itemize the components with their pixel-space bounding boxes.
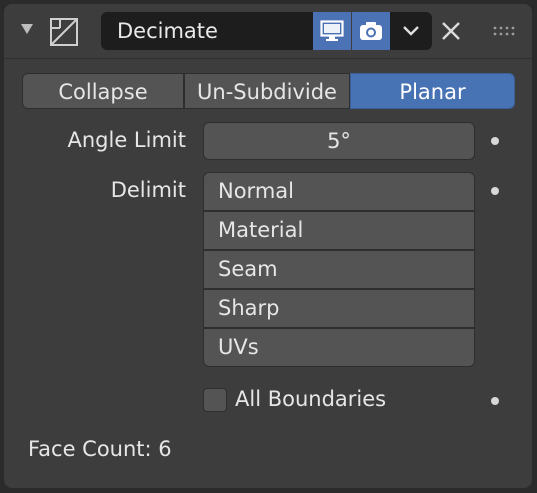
delimit-option-uvs[interactable]: UVs (203, 328, 475, 367)
angle-limit-keyframe-dot[interactable] (491, 137, 499, 145)
all-boundaries-label[interactable]: All Boundaries (235, 387, 386, 411)
angle-limit-field[interactable]: 5° (203, 122, 475, 160)
modifier-extras-menu-button[interactable] (390, 12, 432, 50)
all-boundaries-checkbox[interactable] (203, 388, 227, 412)
delimit-label: Delimit (110, 178, 186, 202)
camera-icon (360, 22, 382, 40)
all-boundaries-keyframe-dot[interactable] (491, 397, 499, 405)
drag-handle-icon[interactable] (492, 24, 516, 38)
face-count-readout: Face Count: 6 (28, 437, 172, 461)
show-in-render-toggle[interactable] (352, 12, 390, 50)
modifier-name-field[interactable]: Decimate (101, 12, 313, 50)
angle-limit-label: Angle Limit (67, 128, 187, 152)
header-divider (4, 58, 532, 59)
decimate-modifier-panel: Decimate Collapse Un-Subdivide Planar An… (4, 4, 532, 488)
tab-un-subdivide[interactable]: Un-Subdivide (184, 73, 350, 109)
close-icon[interactable] (436, 16, 466, 46)
delimit-option-material[interactable]: Material (203, 211, 475, 250)
delimit-option-sharp[interactable]: Sharp (203, 289, 475, 328)
collapse-arrow-icon[interactable] (20, 22, 34, 36)
show-in-viewport-toggle[interactable] (313, 12, 351, 50)
modifier-header: Decimate (4, 4, 532, 58)
decimate-modifier-icon (50, 18, 78, 46)
delimit-option-seam[interactable]: Seam (203, 250, 475, 289)
delimit-option-normal[interactable]: Normal (203, 172, 475, 211)
tab-planar[interactable]: Planar (350, 73, 515, 109)
monitor-icon (320, 20, 344, 41)
tab-collapse[interactable]: Collapse (22, 73, 184, 109)
chevron-down-icon (403, 26, 419, 36)
delimit-keyframe-dot[interactable] (491, 187, 499, 195)
